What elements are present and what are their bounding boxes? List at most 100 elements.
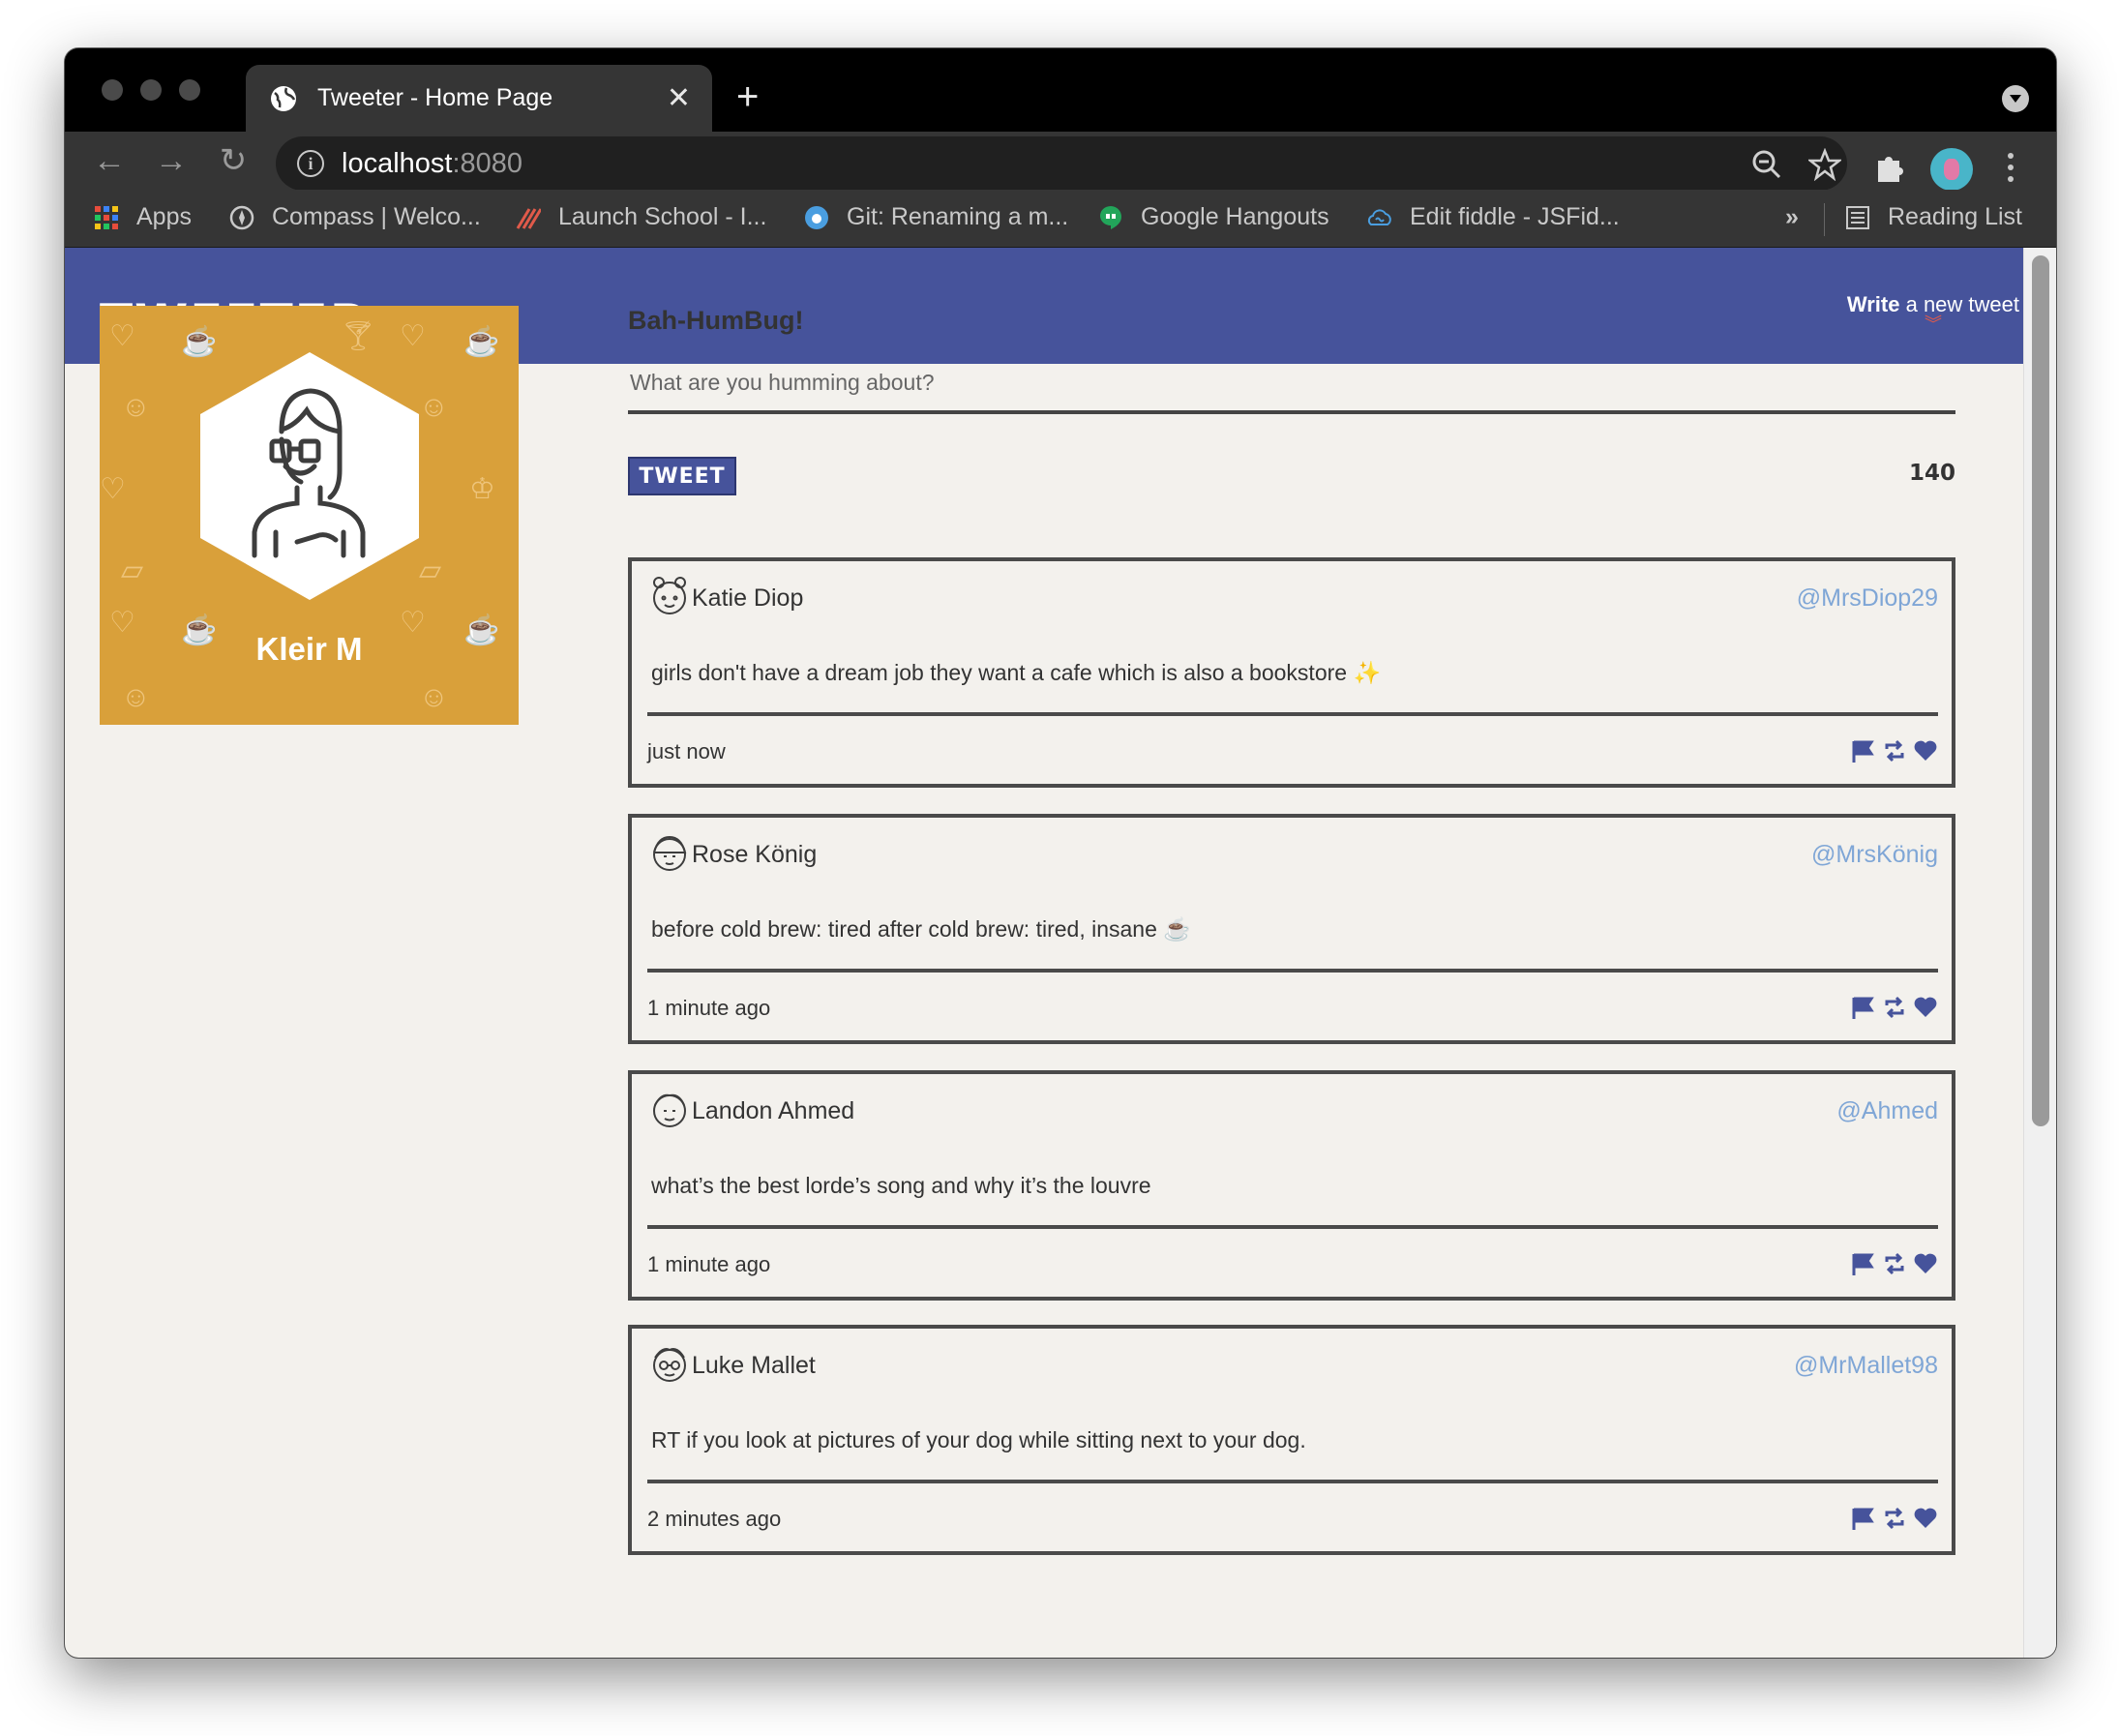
tweet-actions xyxy=(1851,1507,1938,1530)
heart-icon[interactable] xyxy=(1913,1507,1938,1530)
heart-icon: ♡ xyxy=(109,320,135,352)
bookmark-compass[interactable]: Compass | Welco... xyxy=(229,203,481,231)
bookmark-label: Edit fiddle - JSFid... xyxy=(1410,203,1620,230)
apps-grid-icon xyxy=(95,205,118,229)
tab-title: Tweeter - Home Page xyxy=(317,84,553,111)
tweet-actions xyxy=(1851,739,1938,763)
url-host: localhost xyxy=(342,147,453,179)
write-tweet-toggle[interactable]: Write a new tweet ︾ xyxy=(1846,292,2019,333)
title-bar: Tweeter - Home Page ✕ + xyxy=(65,48,2056,132)
tweet-divider xyxy=(647,1225,1938,1229)
retweet-icon[interactable] xyxy=(1882,1507,1907,1530)
profile-avatar-icon[interactable] xyxy=(1930,148,1973,191)
bookmark-jsfiddle[interactable]: Edit fiddle - JSFid... xyxy=(1367,203,1620,231)
tweet-actions xyxy=(1851,996,1938,1019)
flag-icon[interactable] xyxy=(1851,1507,1876,1530)
teapot-icon: ☕ xyxy=(463,326,500,358)
tweet-submit-button[interactable]: TWEET xyxy=(628,457,736,495)
address-bar[interactable]: i localhost :8080 xyxy=(276,136,1847,191)
zoom-window-button[interactable] xyxy=(179,79,200,101)
new-tab-icon[interactable]: + xyxy=(736,77,759,116)
smiley-icon: ☺ xyxy=(419,681,449,713)
flag-icon[interactable] xyxy=(1851,1252,1876,1275)
retweet-icon[interactable] xyxy=(1882,996,1907,1019)
tweet-author-name: Luke Mallet xyxy=(692,1352,816,1379)
tweet-timestamp: 1 minute ago xyxy=(647,1252,771,1276)
heart-icon: ♡ xyxy=(400,320,426,352)
active-tab[interactable]: Tweeter - Home Page ✕ xyxy=(246,65,712,132)
compose-bold-label: Write xyxy=(1846,292,1900,316)
tweet-card: Rose König @MrsKönig before cold brew: t… xyxy=(628,814,1955,1044)
bookmark-label: Launch School - I... xyxy=(558,203,767,230)
back-arrow-icon[interactable]: ← xyxy=(90,141,129,180)
bookmarks-overflow-button[interactable]: » xyxy=(1785,203,1799,231)
profile-avatar-icon xyxy=(200,352,419,600)
site-info-icon[interactable]: i xyxy=(297,150,324,177)
flag-icon[interactable] xyxy=(1851,996,1876,1019)
bookmark-git[interactable]: Git: Renaming a m... xyxy=(804,203,1068,231)
tweet-text-input[interactable] xyxy=(628,352,1955,414)
tweet-timestamp: 1 minute ago xyxy=(647,996,771,1020)
bookmark-apps[interactable]: Apps xyxy=(94,203,192,231)
tweet-text: RT if you look at pictures of your dog w… xyxy=(651,1427,1306,1452)
browser-menu-icon[interactable] xyxy=(2008,153,2015,188)
tweet-timestamp: 2 minutes ago xyxy=(647,1507,782,1531)
tweet-divider xyxy=(647,1480,1938,1483)
tweet-card: Katie Diop @MrsDiop29 girls don't have a… xyxy=(628,557,1955,788)
tweet-divider xyxy=(647,969,1938,973)
zoom-out-icon[interactable] xyxy=(1750,148,1783,181)
tweet-author-name: Rose König xyxy=(692,841,818,868)
flag-icon[interactable] xyxy=(1851,739,1876,763)
heart-icon[interactable] xyxy=(1913,739,1938,763)
tweet-author-handle[interactable]: @MrsDiop29 xyxy=(1797,584,1938,613)
bookmark-hangouts[interactable]: Google Hangouts xyxy=(1098,203,1329,231)
smiley-icon: ☺ xyxy=(121,391,151,423)
tweet-author-handle[interactable]: @Ahmed xyxy=(1836,1097,1938,1125)
tweet-author-handle[interactable]: @MrMallet98 xyxy=(1794,1352,1938,1380)
tab-search-icon[interactable] xyxy=(2002,85,2029,112)
double-chevron-down-icon[interactable]: ︾ xyxy=(1847,315,2019,333)
tweet-actions xyxy=(1851,1252,1938,1275)
tweet-text: what’s the best lorde’s song and why it’… xyxy=(651,1173,1151,1198)
forward-arrow-icon[interactable]: → xyxy=(152,141,191,180)
tweet-divider xyxy=(647,712,1938,716)
bookmark-label: Compass | Welco... xyxy=(272,203,481,230)
hangouts-icon xyxy=(1100,205,1121,229)
smiley-icon: ☺ xyxy=(419,391,449,423)
tweet-timestamp: just now xyxy=(647,739,726,763)
user-avatar-icon xyxy=(653,835,687,871)
bread-icon: ▱ xyxy=(121,554,144,586)
bookmark-label: Google Hangouts xyxy=(1141,203,1329,230)
close-tab-icon[interactable]: ✕ xyxy=(667,81,691,115)
profile-card: ♡ ☕ 🍸︎ ♡ ☕ ☺ ☺ ♡ ♔ ▱ ▱ ♡ ☕ ♡ ☕ ☺ ☺ Kleir… xyxy=(100,306,519,725)
reload-icon[interactable]: ↻ xyxy=(214,141,253,180)
user-avatar-icon xyxy=(653,1093,686,1127)
globe-icon xyxy=(271,85,296,111)
heart-icon: ♡ xyxy=(100,473,126,505)
compose-label: a new tweet xyxy=(1899,292,2019,316)
retweet-icon[interactable] xyxy=(1882,739,1907,763)
bookmark-label: Apps xyxy=(136,203,192,230)
page-scrollbar[interactable] xyxy=(2023,248,2056,1658)
heart-icon[interactable] xyxy=(1913,996,1938,1019)
reading-list-label: Reading List xyxy=(1888,203,2022,230)
reading-list-button[interactable]: Reading List xyxy=(1845,203,2022,231)
heart-icon[interactable] xyxy=(1913,1252,1938,1275)
character-counter: 140 xyxy=(1908,461,1955,486)
close-window-button[interactable] xyxy=(102,79,123,101)
smiley-icon: ☺ xyxy=(121,681,151,713)
compass-icon xyxy=(229,205,254,229)
bookmarks-bar: Apps Compass | Welco... Launch School - … xyxy=(65,190,2056,248)
extensions-puzzle-icon[interactable] xyxy=(1872,149,1907,184)
jsfiddle-icon xyxy=(1367,208,1391,225)
scrollbar-thumb[interactable] xyxy=(2032,255,2049,1126)
bookmark-label: Git: Renaming a m... xyxy=(847,203,1069,230)
tweet-author-handle[interactable]: @MrsKönig xyxy=(1811,841,1938,869)
bookmark-launch-school[interactable]: Launch School - I... xyxy=(516,203,766,231)
tweet-text: girls don't have a dream job they want a… xyxy=(651,660,1382,685)
minimize-window-button[interactable] xyxy=(140,79,162,101)
bookmark-star-icon[interactable] xyxy=(1808,148,1841,181)
retweet-icon[interactable] xyxy=(1882,1252,1907,1275)
tweet-card: Landon Ahmed @Ahmed what’s the best lord… xyxy=(628,1070,1955,1301)
reading-list-icon xyxy=(1846,205,1869,229)
